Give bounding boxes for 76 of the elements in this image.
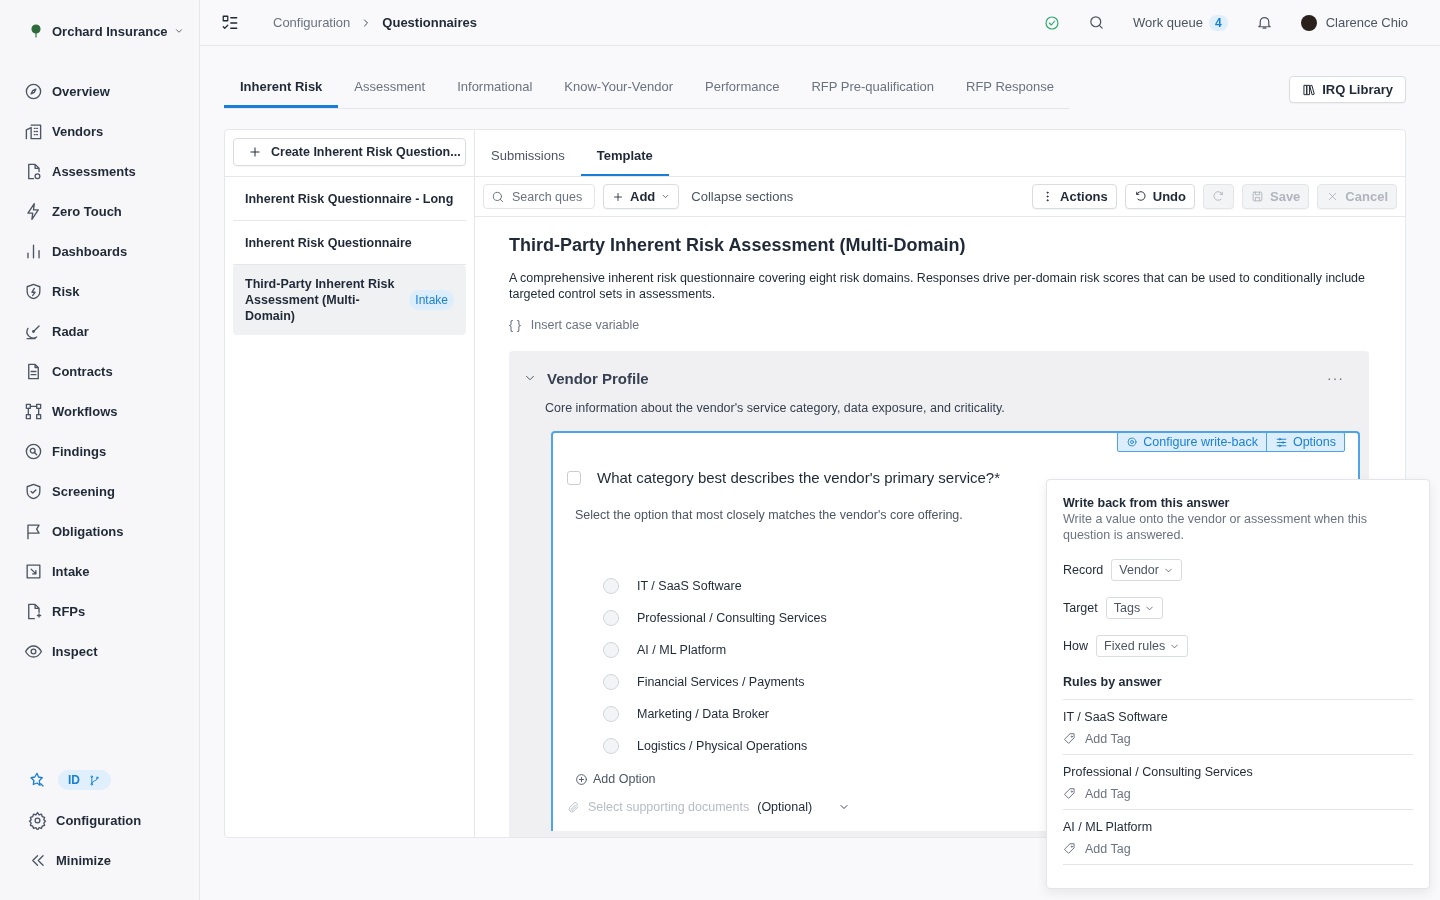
sidebar-item[interactable]: RFPs [24, 591, 199, 631]
select-field[interactable]: Tags [1105, 597, 1164, 619]
sidebar-item[interactable]: Findings [24, 431, 199, 471]
breadcrumb-item[interactable]: Configuration [273, 15, 351, 30]
status-badge: Intake [409, 290, 454, 310]
sidebar-item[interactable]: Screening [24, 471, 199, 511]
option-label: Professional / Consulting Services [637, 611, 827, 625]
section-description: Core information about the vendor's service category, data exposure, and criticality. [545, 401, 1005, 415]
insert-variable-button[interactable]: { } Insert case variable [509, 318, 640, 332]
create-button[interactable]: Create Inherent Risk Question... [233, 138, 466, 166]
configuration-link[interactable]: Configuration [24, 800, 199, 840]
popover-description: Write a value onto the vendor or assessment when this question is answered. [1063, 511, 1369, 543]
tab[interactable]: Assessment [338, 70, 442, 108]
tab[interactable]: RFP Pre-qualification [795, 70, 950, 108]
sidebar-item[interactable]: Intake [24, 551, 199, 591]
collapse-sections-link[interactable]: Collapse sections [687, 189, 798, 204]
rule-answer: Professional / Consulting Services [1063, 765, 1254, 779]
question-help: Select the option that most closely matches the vendor's core offering. [575, 508, 963, 522]
field-label: Target [1063, 601, 1098, 615]
add-button[interactable]: Add [603, 184, 680, 209]
sidebar-item[interactable]: Zero Touch [24, 191, 199, 231]
tab[interactable]: Know-Your-Vendor [548, 70, 689, 108]
undo-button[interactable]: Undo [1124, 184, 1195, 209]
select-field[interactable]: Fixed rules [1096, 635, 1189, 657]
sidebar-item[interactable]: Radar [24, 311, 199, 351]
add-tag-button[interactable]: Add Tag [1063, 842, 1131, 856]
questionnaire-item[interactable]: Third-Party Inherent Risk Assessment (Multi-Domain) Intake [233, 265, 466, 335]
option-label: AI / ML Platform [637, 643, 727, 657]
user-name[interactable]: Clarence Chio [1325, 15, 1408, 30]
add-tag-button[interactable]: Add Tag [1063, 732, 1131, 746]
rule-answer: IT / SaaS Software [1063, 710, 1169, 724]
sidebar-item[interactable]: Contracts [24, 351, 199, 391]
more-button[interactable]: ··· [1321, 369, 1350, 387]
sidebar-item[interactable]: Overview [24, 71, 199, 111]
id-badge[interactable]: ID [58, 770, 111, 790]
field-label: Record [1063, 563, 1104, 577]
sidebar-item[interactable]: Vendors [24, 111, 199, 151]
field-label: How [1063, 639, 1088, 653]
option-label: Marketing / Data Broker [637, 707, 769, 721]
popover-title: Write back from this answer [1063, 496, 1230, 510]
options-button[interactable]: Options [1265, 433, 1344, 451]
option-label: IT / SaaS Software [637, 579, 742, 593]
org-switcher[interactable]: Orchard Insurance [52, 23, 184, 39]
tab[interactable]: Submissions [475, 148, 581, 176]
add-option-button[interactable]: Add Option [575, 772, 656, 786]
rule-answer: AI / ML Platform [1063, 820, 1154, 834]
template-title: Third-Party Inherent Risk Assessment (Multi-Domain) [509, 235, 967, 256]
library-button[interactable]: IRQ Library [1289, 76, 1406, 103]
question-text: What category best describes the vendor's primary service?* [597, 469, 1001, 486]
questionnaire-item[interactable]: Inherent Risk Questionnaire - Long [233, 177, 466, 221]
sidebar-item[interactable]: Dashboards [24, 231, 199, 271]
template-description: A comprehensive inherent risk questionnaire covering eight risk domains. Responses drive per-domain risk scores that can be used to conditionally include targeted control sets in assessments. [509, 270, 1366, 302]
sidebar-item[interactable]: Obligations [24, 511, 199, 551]
sidebar-item[interactable]: Assessments [24, 151, 199, 191]
configure-write-back-button[interactable]: Configure write-back [1118, 433, 1266, 451]
tab[interactable]: Template [580, 148, 669, 176]
tab[interactable]: Informational [441, 70, 549, 108]
sidebar-item[interactable]: Workflows [24, 391, 199, 431]
select-field[interactable]: Vendor [1111, 559, 1182, 581]
tab[interactable]: Inherent Risk [224, 70, 339, 108]
add-tag-button[interactable]: Add Tag [1063, 787, 1131, 801]
option-label: Financial Services / Payments [637, 675, 805, 689]
work-queue-button[interactable]: Work queue 4 [1133, 14, 1228, 31]
minimize-button[interactable]: Minimize [24, 840, 199, 880]
actions-button[interactable]: Actions [1032, 184, 1117, 209]
tab[interactable]: RFP Response [950, 70, 1070, 108]
section-title: Vendor Profile [547, 369, 649, 387]
rules-heading: Rules by answer [1063, 675, 1413, 700]
documents-select[interactable]: Select supporting documents (Optional) [567, 800, 1358, 814]
option-label: Logistics / Physical Operations [637, 739, 808, 753]
breadcrumb-item: Questionnaires [382, 15, 477, 30]
sidebar-item[interactable]: Risk [24, 271, 199, 311]
sidebar-item[interactable]: Inspect [24, 631, 199, 671]
count-badge: 4 [1208, 14, 1228, 31]
search-field[interactable]: Search ques [483, 184, 595, 209]
tab[interactable]: Performance [689, 70, 796, 108]
